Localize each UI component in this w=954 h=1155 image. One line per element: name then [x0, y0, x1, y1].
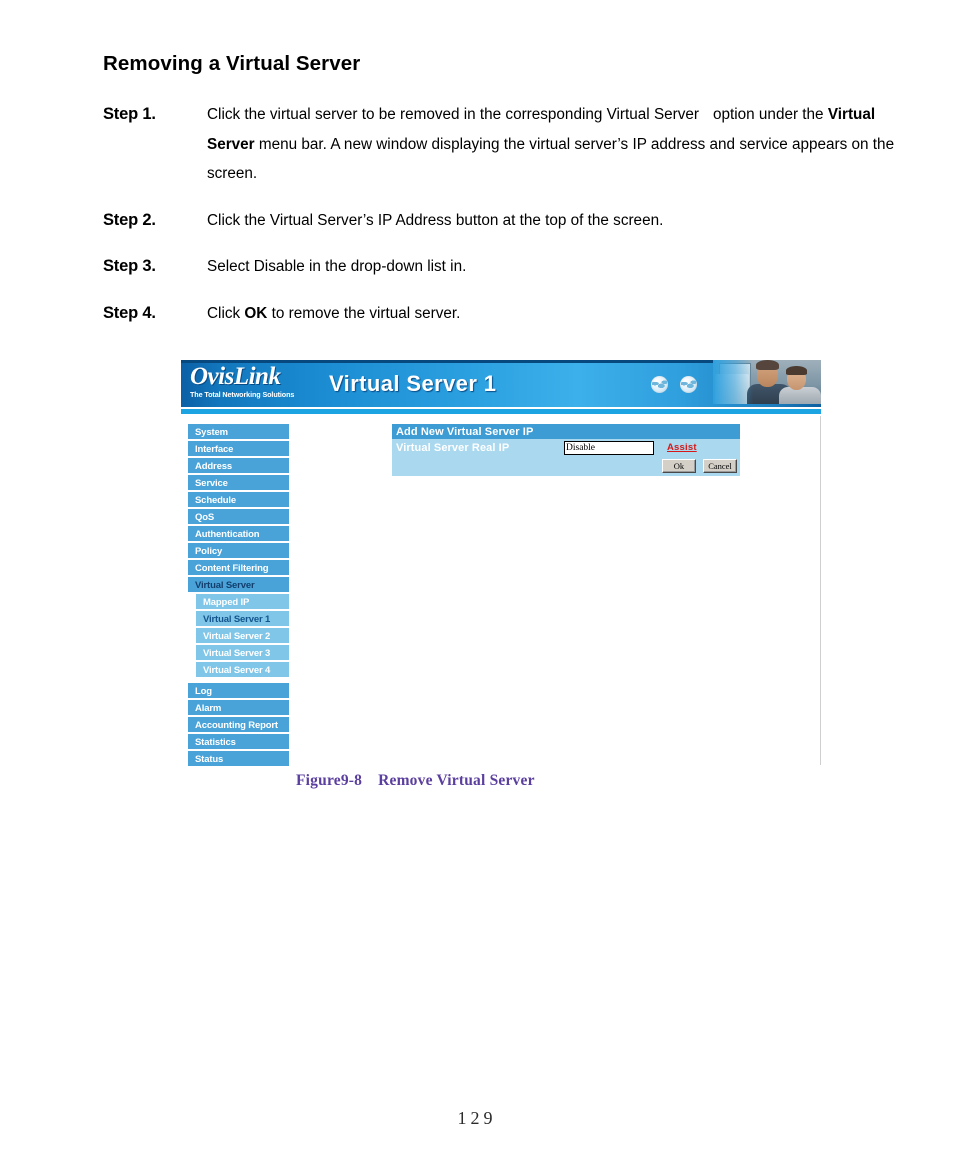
page-number: 129 — [457, 1108, 497, 1128]
step-text-tail: to remove the virtual server. — [271, 304, 461, 322]
sidebar-subitem-mapped-ip[interactable]: Mapped IP — [196, 594, 289, 611]
sidebar-item-schedule[interactable]: Schedule — [188, 492, 289, 509]
app-banner: OvisLink The Total Networking Solutions … — [181, 360, 821, 407]
banner-page-title: Virtual Server 1 — [329, 371, 497, 396]
sidebar-subitem-virtual-server-1[interactable]: Virtual Server 1 — [196, 611, 289, 628]
sidebar-nav: System Interface Address Service Schedul… — [188, 424, 289, 768]
sidebar-item-qos[interactable]: QoS — [188, 509, 289, 526]
photo-man-hair — [756, 360, 779, 370]
brand-name: OvisLink — [190, 363, 281, 390]
cancel-button[interactable]: Cancel — [703, 459, 737, 473]
sidebar-item-status[interactable]: Status — [188, 751, 289, 768]
figure-caption: Figure9-8 Remove Virtual Server — [296, 772, 535, 790]
globe-icon[interactable] — [651, 376, 668, 393]
sidebar-item-log[interactable]: Log — [188, 683, 289, 700]
step-text-tail: menu bar. A new window displaying the vi… — [207, 135, 895, 183]
step-label: Step 1. — [103, 105, 156, 123]
sidebar-item-virtual-server[interactable]: Virtual Server — [188, 577, 289, 594]
banner-photo — [713, 360, 821, 404]
sidebar-submenu-virtual-server: Mapped IP Virtual Server 1 Virtual Serve… — [196, 594, 289, 679]
sidebar-subitem-virtual-server-3[interactable]: Virtual Server 3 — [196, 645, 289, 662]
figure-caption-text: Remove Virtual Server — [378, 772, 535, 789]
step-label: Step 4. — [103, 303, 156, 322]
step-label: Step 3. — [103, 257, 156, 275]
sidebar-item-alarm[interactable]: Alarm — [188, 700, 289, 717]
step-item-1: Step 1. Click the virtual server to be re… — [103, 100, 913, 189]
globe-icon[interactable] — [680, 376, 697, 393]
sidebar-item-authentication[interactable]: Authentication — [188, 526, 289, 543]
step-text: Click the virtual server to be removed i… — [207, 106, 699, 123]
page-title: Removing a Virtual Server — [103, 52, 361, 75]
app-body: System Interface Address Service Schedul… — [181, 416, 820, 768]
sidebar-item-content-filtering[interactable]: Content Filtering — [188, 560, 289, 577]
step-item-3: Step 3. Select Disable in the drop-down l… — [103, 252, 913, 282]
step-text: Click — [207, 304, 241, 322]
step-item-4: Step 4. Click OK to remove the virtual se… — [103, 299, 913, 329]
panel-action-bar: Ok Cancel — [392, 456, 740, 476]
sidebar-subitem-virtual-server-4[interactable]: Virtual Server 4 — [196, 662, 289, 679]
virtual-server-real-ip-label: Virtual Server Real IP — [396, 441, 510, 454]
sidebar-item-interface[interactable]: Interface — [188, 441, 289, 458]
brand-tagline: The Total Networking Solutions — [190, 390, 295, 399]
sidebar-item-statistics[interactable]: Statistics — [188, 734, 289, 751]
panel-title: Add New Virtual Server IP — [392, 424, 740, 439]
assist-link[interactable]: Assist — [667, 442, 697, 453]
step-text: Select Disable in the drop-down list in. — [207, 258, 467, 275]
sidebar-item-address[interactable]: Address — [188, 458, 289, 475]
brand-logo: OvisLink The Total Networking Solutions — [190, 364, 322, 399]
router-ui-screenshot: OvisLink The Total Networking Solutions … — [181, 360, 821, 768]
photo-boy-hair — [786, 366, 807, 375]
photo-boy-body — [779, 387, 821, 404]
step-text: Click the Virtual Server’s IP Address bu… — [207, 211, 664, 229]
figure-caption-number: Figure9-8 — [296, 772, 363, 789]
sidebar-item-service[interactable]: Service — [188, 475, 289, 492]
sidebar-item-policy[interactable]: Policy — [188, 543, 289, 560]
steps-list: Step 1. Click the virtual server to be re… — [103, 100, 913, 345]
sidebar-subitem-virtual-server-2[interactable]: Virtual Server 2 — [196, 628, 289, 645]
sidebar-item-accounting-report[interactable]: Accounting Report — [188, 717, 289, 734]
ok-button[interactable]: Ok — [662, 459, 696, 473]
step-item-2: Step 2. Click the Virtual Server’s IP Add… — [103, 206, 913, 236]
banner-underline — [181, 407, 821, 416]
step-text-cont: option under the — [713, 106, 824, 123]
sidebar-item-system[interactable]: System — [188, 424, 289, 441]
virtual-server-real-ip-input[interactable] — [564, 440, 654, 455]
photo-fade-overlay — [713, 360, 753, 404]
add-virtual-server-ip-panel: Add New Virtual Server IP Virtual Server… — [392, 424, 740, 476]
virtual-server-real-ip-row: Virtual Server Real IP Assist — [392, 439, 740, 456]
step-text-bold: OK — [244, 304, 268, 322]
step-label: Step 2. — [103, 210, 156, 229]
